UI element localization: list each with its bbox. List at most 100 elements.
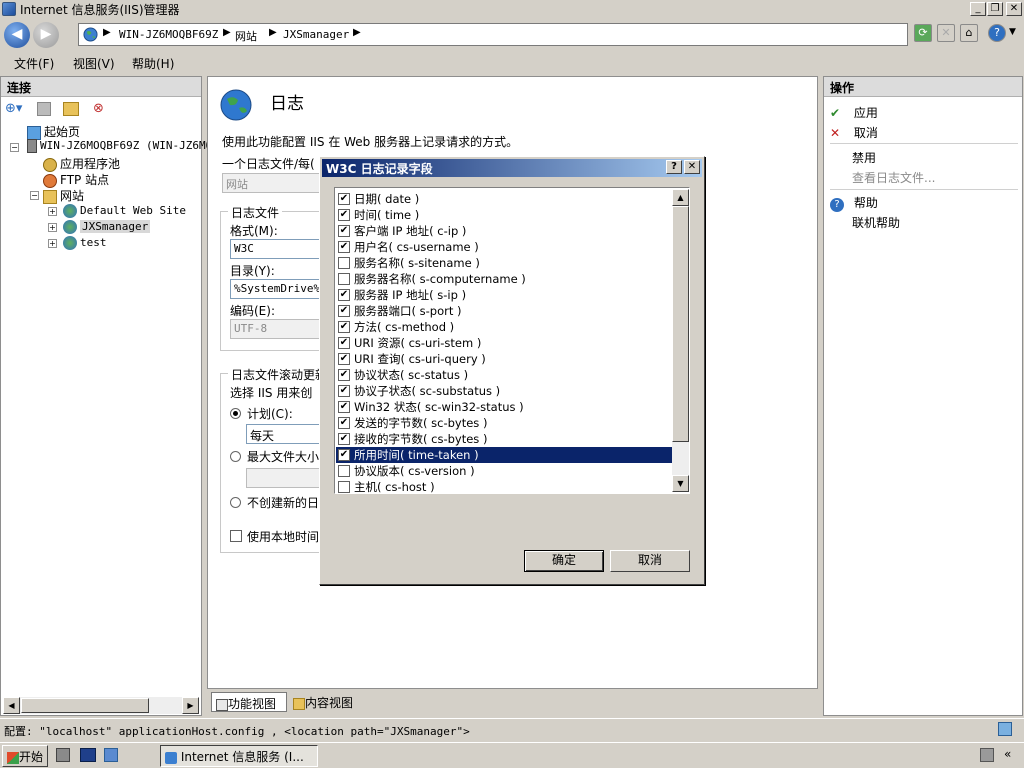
address-bar[interactable]: ▶ WIN-JZ6MOQBF69Z ▶ 网站 ▶ JXSmanager ▶ bbox=[78, 23, 908, 46]
vertical-scrollbar[interactable]: ▲ ▼ bbox=[672, 189, 689, 492]
field-item[interactable]: 协议版本( cs-version ) bbox=[336, 463, 672, 479]
expand-icon[interactable]: + bbox=[48, 223, 57, 232]
tab-features-view[interactable]: 功能视图 bbox=[211, 692, 287, 712]
field-item[interactable]: ✔ Win32 状态( sc-win32-status ) bbox=[336, 399, 672, 415]
cancel-action[interactable]: ✕ 取消 bbox=[830, 124, 878, 141]
taskbar-iis-button[interactable]: Internet 信息服务 (I... bbox=[160, 745, 318, 767]
fields-listbox[interactable]: ✔ 日期( date ) ✔ 时间( time ) ✔ 客户端 IP 地址( c-ip )… bbox=[334, 187, 690, 494]
tree-ftp-sites[interactable]: FTP 站点 bbox=[43, 171, 109, 188]
field-checkbox[interactable]: ✔ bbox=[338, 353, 350, 365]
field-item[interactable]: 服务器名称( s-computername ) bbox=[336, 271, 672, 287]
connect-icon[interactable]: ⊕▾ bbox=[5, 101, 22, 116]
field-item[interactable]: ✔ 发送的字节数( sc-bytes ) bbox=[336, 415, 672, 431]
menu-help[interactable]: 帮助(H) bbox=[132, 55, 174, 72]
field-checkbox[interactable]: ✔ bbox=[338, 401, 350, 413]
field-checkbox[interactable]: ✔ bbox=[338, 241, 350, 253]
dialog-close-button[interactable]: ✕ bbox=[684, 160, 700, 174]
menu-file[interactable]: 文件(F) bbox=[14, 55, 54, 72]
field-checkbox[interactable]: ✔ bbox=[338, 305, 350, 317]
field-item[interactable]: ✔ 用户名( cs-username ) bbox=[336, 239, 672, 255]
no-create-radio[interactable] bbox=[230, 497, 241, 508]
directory-field[interactable]: %SystemDrive%\i bbox=[230, 279, 322, 299]
collapse-icon[interactable]: − bbox=[30, 191, 39, 200]
field-checkbox[interactable]: ✔ bbox=[338, 209, 350, 221]
scroll-down-icon[interactable]: ▼ bbox=[672, 475, 689, 492]
field-item[interactable]: ✔ 服务器端口( s-port ) bbox=[336, 303, 672, 319]
field-item[interactable]: ✔ 协议子状态( sc-substatus ) bbox=[336, 383, 672, 399]
field-checkbox[interactable] bbox=[338, 481, 350, 493]
chevron-down-icon[interactable]: ▼ bbox=[1009, 27, 1016, 37]
field-checkbox[interactable]: ✔ bbox=[338, 385, 350, 397]
scroll-up-icon[interactable]: ▲ bbox=[672, 189, 689, 206]
explorer-icon[interactable] bbox=[104, 748, 118, 762]
start-button[interactable]: 开始 bbox=[2, 745, 48, 767]
breadcrumb-site[interactable]: JXSmanager bbox=[283, 28, 349, 41]
field-item[interactable]: ✔ URI 资源( cs-uri-stem ) bbox=[336, 335, 672, 351]
schedule-radio[interactable] bbox=[230, 408, 241, 419]
powershell-icon[interactable] bbox=[80, 748, 96, 762]
forward-icon[interactable]: ▶ bbox=[33, 22, 59, 48]
refresh-icon[interactable]: ⟳ bbox=[914, 24, 932, 42]
expand-icon[interactable]: + bbox=[48, 207, 57, 216]
field-checkbox[interactable]: ✔ bbox=[338, 321, 350, 333]
breadcrumb-server[interactable]: WIN-JZ6MOQBF69Z bbox=[119, 28, 218, 41]
server-manager-icon[interactable] bbox=[56, 748, 70, 762]
field-item[interactable]: ✔ 客户端 IP 地址( c-ip ) bbox=[336, 223, 672, 239]
local-time-checkbox[interactable] bbox=[230, 530, 242, 542]
tray-icon[interactable] bbox=[980, 748, 994, 762]
help-icon[interactable]: ? bbox=[988, 24, 1006, 42]
home-icon[interactable]: ⌂ bbox=[960, 24, 978, 42]
field-item[interactable]: ✔ 方法( cs-method ) bbox=[336, 319, 672, 335]
tree-default-web-site[interactable]: Default Web Site bbox=[63, 204, 186, 218]
tree-test[interactable]: test bbox=[63, 236, 107, 250]
apply-action[interactable]: ✔ 应用 bbox=[830, 104, 878, 121]
breadcrumb-sites[interactable]: 网站 bbox=[235, 28, 257, 44]
field-checkbox[interactable]: ✔ bbox=[338, 289, 350, 301]
view-logs-action[interactable]: 查看日志文件... bbox=[852, 169, 935, 186]
field-item[interactable]: ✔ 服务器 IP 地址( s-ip ) bbox=[336, 287, 672, 303]
format-select[interactable]: W3C bbox=[230, 239, 322, 259]
field-checkbox[interactable]: ✔ bbox=[338, 449, 350, 461]
field-checkbox[interactable]: ✔ bbox=[338, 433, 350, 445]
field-checkbox[interactable]: ✔ bbox=[338, 193, 350, 205]
tree-start-page[interactable]: 起始页 bbox=[27, 123, 80, 140]
field-item[interactable]: 服务名称( s-sitename ) bbox=[336, 255, 672, 271]
collapse-icon[interactable]: − bbox=[10, 143, 19, 152]
field-item[interactable]: 主机( cs-host ) bbox=[336, 479, 672, 493]
tree-sites[interactable]: 网站 bbox=[43, 187, 84, 204]
field-checkbox[interactable] bbox=[338, 465, 350, 477]
restore-button[interactable]: ❐ bbox=[987, 2, 1003, 16]
field-item[interactable]: ✔ URI 查询( cs-uri-query ) bbox=[336, 351, 672, 367]
disable-action[interactable]: 禁用 bbox=[852, 149, 876, 166]
chevron-left-icon[interactable]: « bbox=[1004, 747, 1011, 761]
field-item[interactable]: ✔ 日期( date ) bbox=[336, 191, 672, 207]
encoding-select[interactable]: UTF-8 bbox=[230, 319, 322, 339]
stop-icon[interactable]: ✕ bbox=[937, 24, 955, 42]
field-checkbox[interactable]: ✔ bbox=[338, 369, 350, 381]
max-size-field[interactable] bbox=[246, 468, 322, 488]
back-icon[interactable]: ◀ bbox=[4, 22, 30, 48]
horizontal-scrollbar[interactable]: ◀ ▶ bbox=[3, 697, 199, 714]
folder-icon[interactable] bbox=[63, 102, 79, 116]
field-checkbox[interactable] bbox=[338, 273, 350, 285]
one-log-select[interactable]: 网站 bbox=[222, 173, 322, 193]
field-checkbox[interactable] bbox=[338, 257, 350, 269]
scroll-thumb[interactable] bbox=[672, 206, 689, 442]
field-checkbox[interactable]: ✔ bbox=[338, 417, 350, 429]
dialog-help-button[interactable]: ? bbox=[666, 160, 682, 174]
max-size-radio[interactable] bbox=[230, 451, 241, 462]
field-item[interactable]: ✔ 接收的字节数( cs-bytes ) bbox=[336, 431, 672, 447]
tree-server[interactable]: WIN-JZ6MOQBF69Z (WIN-JZ6MO bbox=[27, 139, 212, 153]
save-icon[interactable] bbox=[37, 102, 51, 116]
close-window-button[interactable]: ✕ bbox=[1006, 2, 1022, 16]
field-item[interactable]: ✔ 协议状态( sc-status ) bbox=[336, 367, 672, 383]
help-action[interactable]: ? 帮助 bbox=[830, 194, 878, 212]
cancel-button[interactable]: 取消 bbox=[610, 550, 690, 572]
minimize-button[interactable]: _ bbox=[970, 2, 986, 16]
field-checkbox[interactable]: ✔ bbox=[338, 225, 350, 237]
tree-jxsmanager[interactable]: JXSmanager bbox=[63, 220, 151, 234]
online-help-action[interactable]: 联机帮助 bbox=[852, 214, 900, 231]
schedule-select[interactable]: 每天 bbox=[246, 424, 322, 444]
field-checkbox[interactable]: ✔ bbox=[338, 337, 350, 349]
field-item[interactable]: ✔ 所用时间( time-taken ) bbox=[336, 447, 672, 463]
